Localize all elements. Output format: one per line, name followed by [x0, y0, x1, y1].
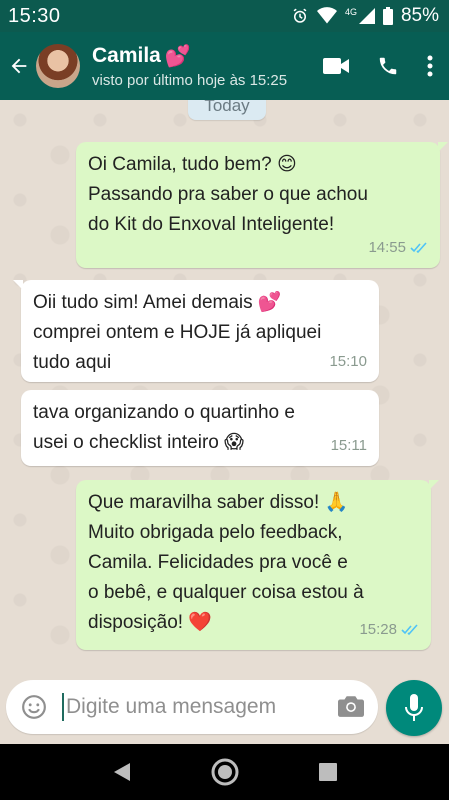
- more-vert-icon: [427, 55, 433, 77]
- message-line: comprei ontem e HOJE já apliquei: [33, 322, 322, 343]
- wifi-icon: [316, 7, 337, 25]
- phone-icon: [379, 57, 397, 75]
- input-pill: [6, 680, 378, 734]
- contact-info[interactable]: Camila 💕 visto por último hoje às 15:25: [92, 44, 323, 89]
- mic-icon: [405, 694, 423, 721]
- message-meta: 15:10: [329, 347, 367, 377]
- contact-name-text: Camila: [92, 44, 161, 67]
- alarm-icon: [291, 7, 309, 25]
- mic-button[interactable]: [386, 680, 442, 736]
- text-cursor: [62, 693, 64, 721]
- nav-back-button[interactable]: [102, 752, 142, 792]
- message-line: Passando pra saber o que achou: [88, 184, 368, 205]
- more-options-button[interactable]: [427, 55, 433, 77]
- message-time: 15:28: [359, 621, 397, 638]
- last-seen-status: visto por último hoje às 15:25: [92, 71, 288, 89]
- back-triangle-icon: [113, 763, 130, 781]
- video-call-button[interactable]: [323, 56, 349, 76]
- message-bubble-incoming[interactable]: tava organizando o quartinho e usei o ch…: [21, 390, 379, 466]
- system-nav-bar: [0, 744, 449, 800]
- message-line: Camila. Felicidades pra você e: [88, 552, 348, 573]
- status-icons: 4G 85%: [291, 5, 439, 27]
- nav-home-button[interactable]: [205, 752, 245, 792]
- message-line: Oi Camila, tudo bem? 😊: [88, 154, 297, 175]
- chat-header: Camila 💕 visto por último hoje às 15:25: [0, 32, 449, 100]
- message-composer: [0, 672, 449, 744]
- message-line: tudo aqui: [33, 352, 112, 373]
- message-time: 14:55: [368, 239, 406, 256]
- chat-messages[interactable]: Today Oi Camila, tudo bem? 😊 Passando pr…: [0, 100, 449, 672]
- message-line: Muito obrigada pelo feedback,: [88, 522, 343, 543]
- bubble-tail: [438, 142, 448, 152]
- status-bar: 15:30 4G 85%: [0, 0, 449, 32]
- avatar[interactable]: [36, 44, 80, 88]
- voice-call-button[interactable]: [377, 55, 399, 77]
- message-bubble-outgoing[interactable]: Oi Camila, tudo bem? 😊 Passando pra sabe…: [76, 142, 448, 268]
- bubble-tail: [429, 480, 439, 490]
- contact-name: Camila 💕: [92, 44, 323, 69]
- bubble-tail: [13, 280, 23, 290]
- video-call-icon: [323, 58, 349, 74]
- double-check-icon: [410, 242, 427, 254]
- message-meta: 14:55: [368, 233, 428, 263]
- message-bubble-outgoing[interactable]: Que maravilha saber disso! 🙏 Muito obrig…: [76, 480, 439, 650]
- message-line: Que maravilha saber disso! 🙏: [88, 492, 349, 513]
- camera-icon: [338, 696, 364, 717]
- message-time: 15:10: [329, 353, 367, 370]
- double-check-icon: [401, 624, 418, 636]
- recents-square-icon: [318, 763, 337, 781]
- camera-button[interactable]: [338, 694, 364, 723]
- message-line: tava organizando o quartinho e: [33, 402, 295, 423]
- header-actions: [323, 55, 433, 77]
- message-input[interactable]: [66, 695, 326, 719]
- message-line: usei o checklist inteiro 😱: [33, 432, 244, 453]
- signal-icon: [358, 8, 375, 24]
- message-meta: 15:28: [359, 615, 419, 645]
- back-button[interactable]: [4, 32, 34, 100]
- battery-percentage: 85%: [400, 5, 439, 26]
- message-line: o bebê, e qualquer coisa estou à: [88, 582, 364, 603]
- status-time: 15:30: [8, 4, 61, 27]
- message-line: Oii tudo sim! Amei demais 💕: [33, 292, 282, 313]
- message-meta: 15:11: [331, 431, 367, 461]
- emoji-icon: [22, 695, 46, 719]
- message-time: 15:11: [330, 437, 367, 454]
- heart-emoji: 💕: [164, 43, 192, 68]
- back-arrow-icon: [11, 58, 27, 74]
- home-circle-icon: [211, 758, 238, 786]
- battery-icon: [382, 7, 393, 25]
- date-divider: Today: [188, 100, 266, 120]
- emoji-button[interactable]: [20, 693, 48, 721]
- nav-recents-button[interactable]: [308, 752, 348, 792]
- message-bubble-incoming[interactable]: Oii tudo sim! Amei demais 💕 comprei onte…: [13, 280, 379, 382]
- network-type-label: 4G: [344, 7, 357, 17]
